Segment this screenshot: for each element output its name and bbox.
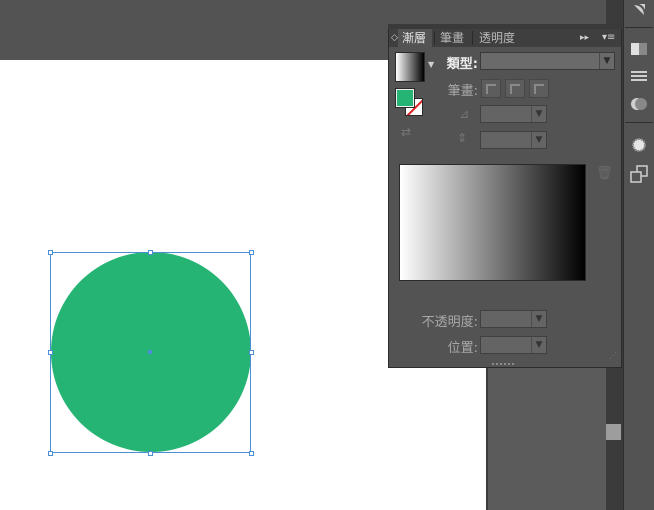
pasteboard-divider — [486, 360, 488, 510]
chevron-down-icon: ▼ — [599, 53, 614, 69]
position-label: 位置: — [447, 341, 478, 356]
dock-separator — [625, 122, 653, 123]
handle-top-center[interactable] — [148, 250, 153, 255]
appearance-panel-icon[interactable] — [627, 133, 651, 157]
handle-top-left[interactable] — [48, 250, 53, 255]
reverse-gradient-icon[interactable]: ⇄ — [401, 125, 419, 143]
position-dropdown[interactable]: ▼ — [480, 336, 547, 354]
transparency-panel-icon[interactable] — [627, 92, 651, 116]
scrollbar-thumb[interactable] — [606, 424, 621, 440]
delete-stop-icon[interactable]: 🗑 — [596, 166, 613, 182]
handle-middle-right[interactable] — [249, 350, 254, 355]
stroke-label: 筆畫: — [447, 84, 478, 99]
handle-middle-left[interactable] — [48, 350, 53, 355]
gradient-thumbnail-icon[interactable] — [395, 52, 425, 82]
gradient-tool-icon[interactable] — [627, 0, 651, 24]
type-label: 類型: — [446, 57, 478, 72]
angle-dropdown[interactable]: ▼ — [480, 105, 547, 123]
dock-separator — [625, 27, 653, 28]
tab-gradient[interactable]: 漸層 — [398, 29, 432, 47]
handle-top-right[interactable] — [249, 250, 254, 255]
tab-divider — [434, 31, 435, 45]
chevron-down-icon: ▼ — [531, 311, 546, 327]
opacity-label: 不透明度: — [421, 315, 478, 330]
aspect-ratio-icon: ⇕ — [457, 131, 468, 145]
handle-bottom-left[interactable] — [48, 451, 53, 456]
stroke-within-icon — [486, 84, 496, 94]
chevron-down-icon: ▼ — [531, 132, 546, 148]
angle-icon: ⊿ — [459, 107, 470, 121]
handle-bottom-right[interactable] — [249, 451, 254, 456]
gradient-slider-bar[interactable] — [399, 164, 586, 281]
type-dropdown[interactable]: ▼ — [480, 52, 615, 70]
stroke-panel-icon[interactable] — [627, 64, 651, 88]
aspect-ratio-dropdown[interactable]: ▼ — [480, 131, 547, 149]
opacity-dropdown[interactable]: ▼ — [480, 310, 547, 328]
tab-divider — [472, 31, 473, 45]
more-panels-icon[interactable]: ▸▸ — [580, 29, 594, 47]
handle-bottom-center[interactable] — [148, 451, 153, 456]
layers-panel-icon[interactable] — [627, 162, 651, 186]
gradient-panel-icon[interactable] — [627, 37, 651, 61]
panel-menu-icon[interactable]: ▾≡ — [602, 29, 618, 47]
stroke-across-button[interactable] — [529, 79, 549, 98]
chevron-down-icon: ▼ — [531, 106, 546, 122]
tab-transparency[interactable]: 透明度 — [475, 29, 525, 47]
stroke-within-button[interactable] — [481, 79, 501, 98]
chevron-down-icon: ▼ — [531, 337, 546, 353]
panel-bottom-grip[interactable] — [488, 362, 522, 366]
stroke-along-icon — [510, 84, 520, 94]
fill-swatch-icon[interactable] — [395, 88, 415, 108]
gradient-presets-arrow-icon[interactable]: ▼ — [428, 60, 434, 69]
center-point — [148, 350, 152, 354]
tab-stroke[interactable]: 筆畫 — [436, 29, 470, 47]
stroke-across-icon — [534, 84, 544, 94]
stroke-along-button[interactable] — [505, 79, 525, 98]
resize-grip-icon[interactable]: ⋰ — [609, 351, 619, 361]
